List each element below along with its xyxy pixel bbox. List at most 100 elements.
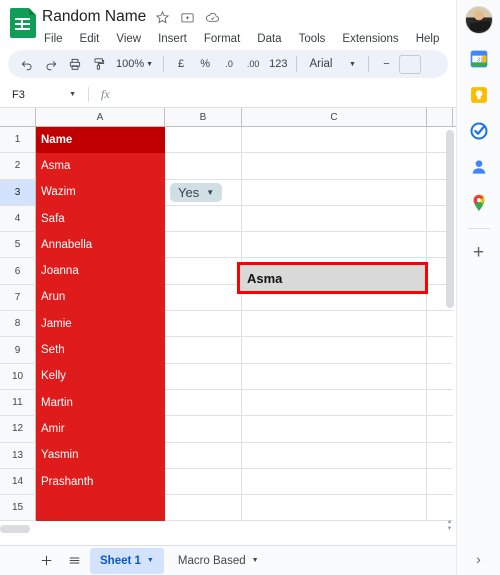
row-header-4[interactable]: 4: [0, 205, 36, 233]
menu-item-help[interactable]: Help: [414, 32, 442, 46]
cloud-saved-icon[interactable]: [204, 9, 221, 26]
row-header-9[interactable]: 9: [0, 337, 36, 364]
row-header-5[interactable]: 5: [0, 232, 36, 259]
highlighted-cell-asma[interactable]: Asma: [240, 265, 425, 291]
name-box[interactable]: F3 ▼: [0, 82, 88, 107]
sheet-tab-macro-based[interactable]: Macro Based ▼: [168, 548, 269, 574]
cell-a9[interactable]: Seth: [36, 337, 165, 364]
row-header-14[interactable]: 14: [0, 468, 36, 496]
cell-b9[interactable]: [165, 337, 242, 364]
cell-c9[interactable]: [242, 337, 427, 364]
cell-c10[interactable]: [242, 363, 427, 390]
cell-c14[interactable]: [242, 468, 427, 496]
percent-format-button[interactable]: %: [194, 53, 216, 75]
chevron-down-icon[interactable]: ▼: [147, 557, 154, 564]
undo-icon[interactable]: [16, 53, 38, 75]
google-contacts-icon[interactable]: [468, 156, 490, 178]
chevron-down-icon[interactable]: ▼: [69, 91, 76, 98]
cell-b7[interactable]: [165, 284, 242, 312]
font-family-chevron-down-icon[interactable]: ▼: [340, 53, 362, 75]
cell-c4[interactable]: [242, 205, 427, 233]
cell-a2[interactable]: Asma: [36, 153, 165, 180]
cell-b13[interactable]: [165, 442, 242, 469]
cell-b14[interactable]: [165, 468, 242, 496]
cell-c2[interactable]: [242, 153, 427, 180]
cell-a14[interactable]: Prashanth: [36, 468, 165, 496]
cell-b4[interactable]: [165, 205, 242, 233]
print-icon[interactable]: [64, 53, 86, 75]
cell-a8[interactable]: Jamie: [36, 311, 165, 338]
column-header-b[interactable]: B: [165, 108, 242, 126]
horizontal-scrollbar[interactable]: [0, 525, 446, 533]
cell-a10[interactable]: Kelly: [36, 363, 165, 390]
menu-item-view[interactable]: View: [114, 32, 143, 46]
cell-a13[interactable]: Yasmin: [36, 442, 165, 469]
vertical-scrollbar[interactable]: [446, 130, 454, 530]
all-sheets-menu-icon[interactable]: [62, 549, 86, 573]
zoom-level-dropdown[interactable]: 100% ▼: [112, 53, 157, 75]
cell-b10[interactable]: [165, 363, 242, 390]
add-sheet-icon[interactable]: [34, 549, 58, 573]
formula-input[interactable]: [110, 82, 456, 107]
google-tasks-icon[interactable]: [468, 120, 490, 142]
google-sheets-logo-icon[interactable]: [10, 8, 36, 38]
cell-b3[interactable]: Yes ▼: [165, 179, 242, 206]
decrease-font-size-button[interactable]: −: [375, 53, 397, 75]
move-to-folder-icon[interactable]: [179, 9, 196, 26]
vertical-scrollbar-thumb[interactable]: [446, 130, 454, 308]
sheet-tab-sheet-1[interactable]: Sheet 1 ▼: [90, 547, 164, 574]
cell-c15[interactable]: [242, 495, 427, 522]
menu-item-file[interactable]: File: [42, 32, 65, 46]
select-all-corner[interactable]: [0, 108, 36, 126]
cell-a5[interactable]: Annabella: [36, 232, 165, 259]
row-header-11[interactable]: 11: [0, 389, 36, 417]
cell-c8[interactable]: [242, 311, 427, 338]
row-header-12[interactable]: 12: [0, 416, 36, 443]
cell-c11[interactable]: [242, 389, 427, 417]
menu-item-extensions[interactable]: Extensions: [340, 32, 400, 46]
cell-b8[interactable]: [165, 311, 242, 338]
column-header-a[interactable]: A: [36, 108, 165, 126]
paint-format-icon[interactable]: [88, 53, 110, 75]
cell-c12[interactable]: [242, 416, 427, 443]
cell-a3[interactable]: Wazim: [36, 179, 165, 206]
currency-format-button[interactable]: £: [170, 53, 192, 75]
row-header-1[interactable]: 1: [0, 127, 36, 154]
add-app-icon[interactable]: +: [473, 243, 484, 262]
expand-panel-chevron-icon[interactable]: ›: [476, 551, 481, 567]
cell-a15[interactable]: [36, 495, 165, 522]
cell-a12[interactable]: Amir: [36, 416, 165, 443]
avatar[interactable]: [464, 6, 493, 34]
cell-a4[interactable]: Safa: [36, 205, 165, 233]
google-maps-icon[interactable]: [468, 192, 490, 214]
cell-a1[interactable]: Name: [36, 127, 165, 154]
menu-item-edit[interactable]: Edit: [78, 32, 102, 46]
row-header-6[interactable]: 6: [0, 258, 36, 285]
cell-b2[interactable]: [165, 153, 242, 180]
row-header-7[interactable]: 7: [0, 284, 36, 312]
cell-c1[interactable]: [242, 127, 427, 154]
number-format-button[interactable]: 123: [266, 53, 290, 75]
cell-b6[interactable]: [165, 258, 242, 285]
row-header-13[interactable]: 13: [0, 442, 36, 469]
star-icon[interactable]: [154, 9, 171, 26]
row-header-3[interactable]: 3: [0, 179, 36, 206]
font-size-input[interactable]: [399, 54, 422, 74]
cell-c3[interactable]: [242, 179, 427, 206]
cell-c13[interactable]: [242, 442, 427, 469]
row-header-15[interactable]: 15: [0, 495, 36, 522]
google-keep-icon[interactable]: [468, 84, 490, 106]
cell-a7[interactable]: Arun: [36, 284, 165, 312]
cell-b11[interactable]: [165, 389, 242, 417]
cell-b15[interactable]: [165, 495, 242, 522]
column-header-c[interactable]: C: [242, 108, 427, 126]
google-calendar-icon[interactable]: 31: [468, 48, 490, 70]
column-header-d[interactable]: [427, 108, 453, 126]
font-family-dropdown[interactable]: Arial: [303, 53, 338, 75]
menu-item-data[interactable]: Data: [255, 32, 283, 46]
cell-b5[interactable]: [165, 232, 242, 259]
menu-item-insert[interactable]: Insert: [156, 32, 189, 46]
cell-c5[interactable]: [242, 232, 427, 259]
document-title[interactable]: Random Name: [42, 8, 146, 26]
row-header-8[interactable]: 8: [0, 311, 36, 338]
